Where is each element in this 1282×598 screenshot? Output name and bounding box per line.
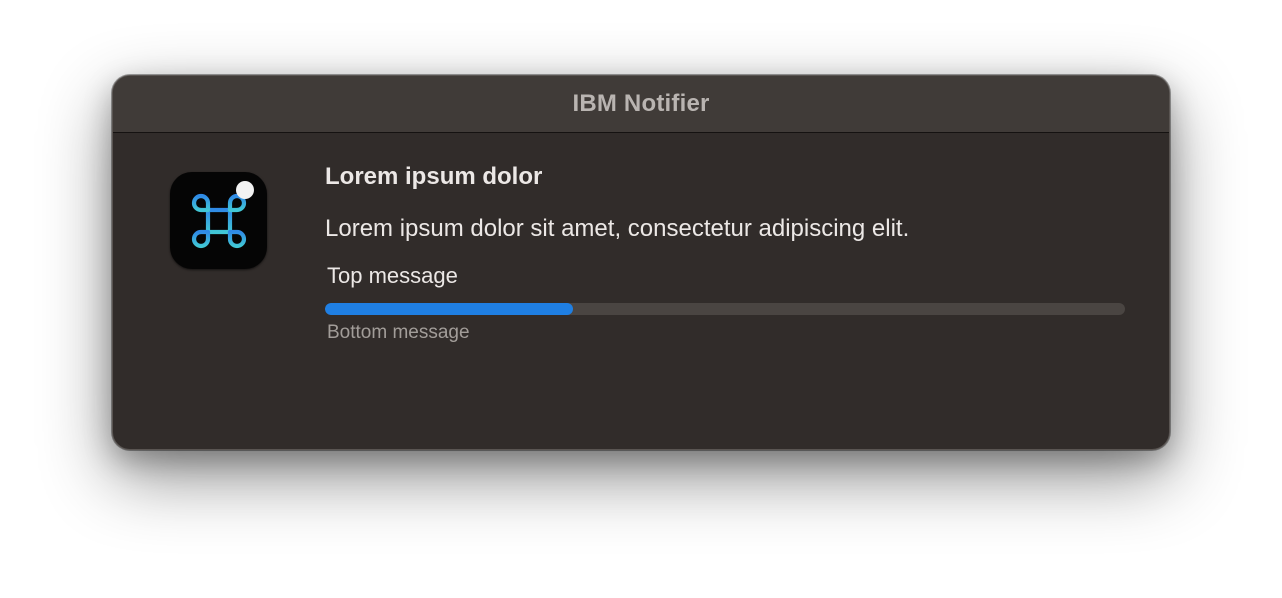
notification-description: Lorem ipsum dolor sit amet, consectetur … (325, 215, 910, 242)
progress-bar-fill (325, 303, 573, 315)
app-icon (170, 172, 267, 269)
window-title: IBM Notifier (572, 90, 710, 117)
notifier-window: IBM Notifier Lorem ipsum dolor Lorem ips… (112, 75, 1170, 450)
title-bar[interactable]: IBM Notifier (113, 76, 1169, 133)
notification-content: Lorem ipsum dolor Lorem ipsum dolor sit … (325, 163, 1135, 344)
progress-bar (325, 303, 1125, 315)
status-badge-dot (236, 181, 254, 199)
progress-bottom-message: Bottom message (327, 322, 470, 343)
progress-top-message: Top message (327, 263, 458, 288)
notification-title: Lorem ipsum dolor (325, 163, 543, 190)
